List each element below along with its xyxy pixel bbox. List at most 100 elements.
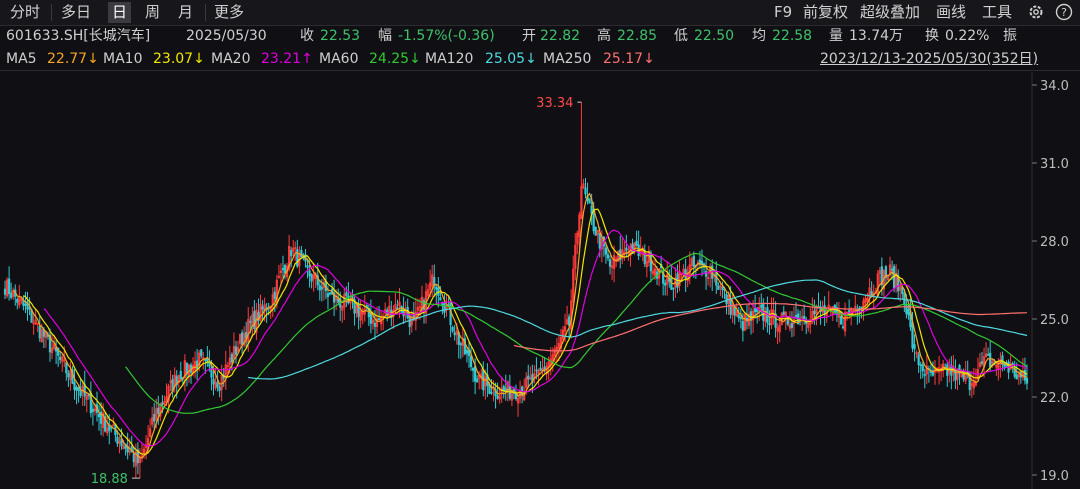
candle-body (790, 322, 794, 328)
f9-button[interactable]: F9 (770, 2, 796, 23)
candle-body (768, 323, 771, 325)
divider (51, 4, 52, 21)
candle-body (377, 318, 381, 320)
tab-daily[interactable]: 日 (108, 2, 132, 23)
gear-icon[interactable] (1027, 3, 1045, 21)
candle-body (439, 297, 442, 301)
tab-intraday[interactable]: 分时 (6, 2, 44, 23)
candle-body (153, 414, 156, 422)
candle-body (794, 315, 798, 318)
ma60-name: MA60 (319, 51, 359, 67)
ma10-value: 23.07↓ (153, 51, 205, 67)
ma250-name: MA250 (543, 51, 592, 67)
y-tick-label: 19.0 (1040, 469, 1069, 484)
candle-body (24, 303, 27, 306)
candle-body (692, 255, 695, 267)
candle-body (320, 287, 323, 290)
y-tick-label: 31.0 (1040, 157, 1069, 172)
candle-body (10, 292, 13, 298)
candle-body (635, 240, 638, 246)
kline-chart[interactable]: 34.0 31.0 28.0 25.0 22.0 19.0 33.34 18.88 (0, 72, 1080, 489)
y-axis: 34.0 31.0 28.0 25.0 22.0 19.0 (1032, 79, 1069, 484)
y-tick-label: 28.0 (1040, 235, 1069, 250)
tab-multiday[interactable]: 多日 (57, 2, 95, 23)
period-toolbar: 分时 多日 日 周 月 更多 F9 前复权 超级叠加 画线 工具 ? (0, 0, 1080, 26)
candle-body (459, 343, 462, 346)
candle-body (234, 346, 238, 355)
ma20-value: 23.21↑ (261, 51, 313, 67)
candle-body (326, 293, 330, 297)
y-tick-label: 34.0 (1040, 79, 1069, 94)
change-label: 幅 (378, 28, 392, 44)
quote-info: 601633.SH[长城汽车] 2025/05/30 收 22.53 幅 -1.… (0, 25, 1080, 47)
candle-body (318, 285, 321, 291)
ma5-name: MA5 (6, 51, 37, 67)
candle-body (230, 353, 234, 363)
candle-body (212, 378, 215, 385)
candle-body (901, 287, 904, 294)
candle-body (608, 259, 612, 267)
candle-body (471, 367, 475, 371)
candle-body (584, 187, 587, 195)
candle-body (890, 268, 894, 271)
candle-body (179, 370, 182, 380)
avg-value: 22.58 (772, 28, 813, 44)
candle-body (476, 378, 479, 383)
candle-body (435, 286, 438, 290)
tab-more[interactable]: 更多 (210, 2, 248, 23)
tab-weekly[interactable]: 周 (141, 2, 164, 23)
candle-body (79, 390, 82, 396)
candle-body (496, 395, 499, 399)
candle-body (721, 286, 724, 290)
candle-body (91, 408, 95, 412)
candle-body (328, 292, 332, 295)
candle-body (527, 375, 530, 380)
divider (205, 4, 206, 21)
candle-body (860, 306, 863, 309)
candle-body (700, 260, 704, 265)
candle-body (73, 382, 76, 391)
candle-body (3, 288, 7, 295)
ma-legend: MA5 22.77↓ MA10 23.07↓ MA20 23.21↑ MA60 … (0, 48, 1080, 71)
y-tick-label: 22.0 (1040, 391, 1069, 406)
candle-body (684, 269, 687, 280)
candle-body (75, 387, 78, 391)
tools-button[interactable]: 工具 (978, 2, 1016, 23)
candle-body (739, 317, 742, 320)
candle-body (905, 304, 908, 314)
close-label: 收 (300, 28, 314, 44)
draw-button[interactable]: 画线 (932, 2, 970, 23)
ma20-name: MA20 (211, 51, 251, 67)
volume-value: 13.74万 (849, 28, 904, 44)
amplitude-label: 振 (1003, 28, 1017, 44)
candle-body (7, 278, 11, 295)
ma10-name: MA10 (103, 51, 143, 67)
candle-body (919, 364, 922, 367)
max-price-label: 33.34 (536, 96, 573, 111)
candle-body (453, 332, 456, 336)
candle-body (729, 299, 732, 315)
candle-body (625, 247, 628, 251)
candle-body (261, 306, 264, 310)
candle-body (921, 364, 924, 372)
candle-body (290, 250, 293, 256)
candle-body (67, 373, 70, 378)
candles (3, 102, 1029, 479)
open-label: 开 (522, 28, 536, 44)
candle-body (715, 272, 718, 286)
fq-button[interactable]: 前复权 (799, 2, 852, 23)
candle-body (664, 282, 667, 286)
change-value: -1.57%(-0.36) (398, 28, 495, 44)
help-icon[interactable]: ? (1055, 3, 1073, 21)
candle-body (38, 325, 41, 339)
candle-body (754, 308, 757, 313)
candle-body (717, 285, 720, 290)
ma-lines (13, 192, 1028, 459)
overlay-button[interactable]: 超级叠加 (856, 2, 924, 23)
candle-body (465, 349, 469, 354)
date-range[interactable]: 2023/12/13-2025/05/30(352日) (820, 48, 1038, 70)
candle-body (588, 198, 591, 204)
tab-monthly[interactable]: 月 (174, 2, 197, 23)
candle-body (469, 356, 473, 368)
low-label: 低 (674, 28, 688, 44)
